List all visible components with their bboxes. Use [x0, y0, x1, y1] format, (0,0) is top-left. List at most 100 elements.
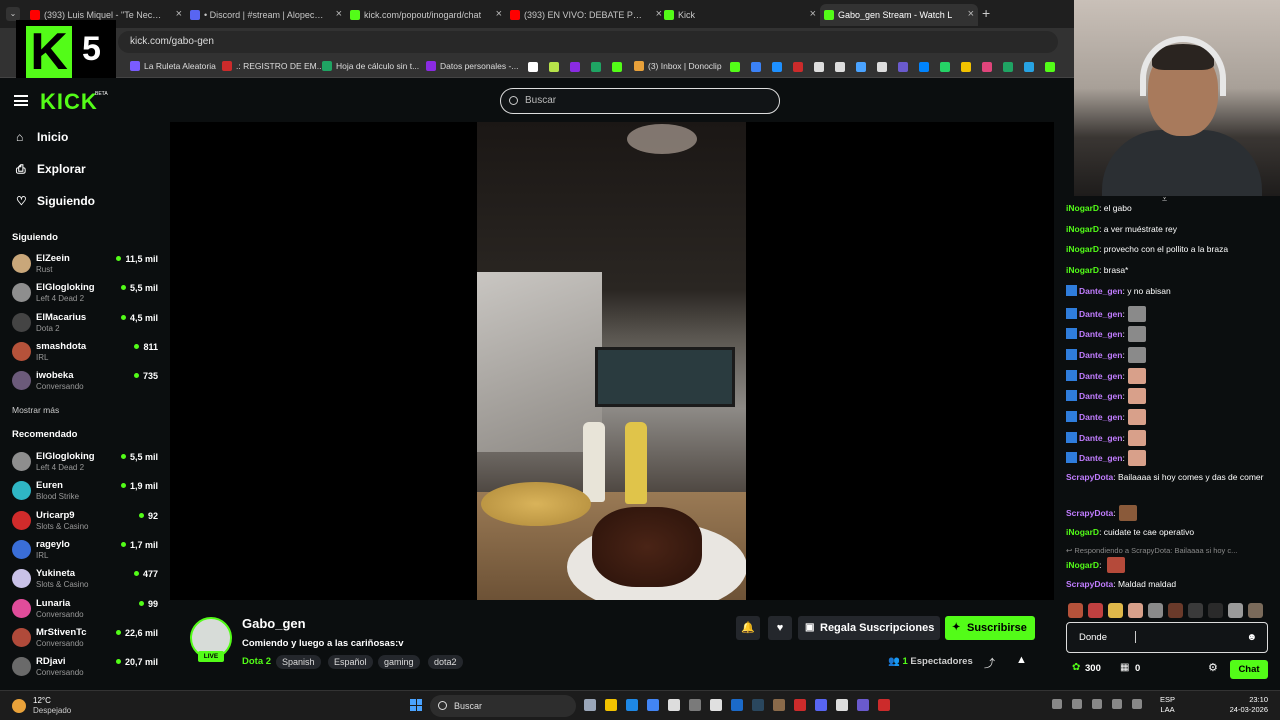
video-player[interactable]	[170, 122, 1070, 600]
chat-username[interactable]: iNogarD	[1066, 527, 1099, 537]
chat-username[interactable]: Dante_gen	[1079, 350, 1122, 360]
gift-subs-button[interactable]: ▣ Regala Suscripciones	[798, 616, 940, 640]
taskbar-app-icon[interactable]	[878, 699, 890, 711]
show-more-link[interactable]: Mostrar más	[12, 405, 59, 415]
sidebar-channel[interactable]: ElGlogloking Left 4 Dead 2 5,5 mil	[12, 449, 162, 477]
chat-username[interactable]: iNogarD	[1066, 203, 1099, 213]
bookmark-shortcut-icon[interactable]	[835, 62, 845, 72]
system-tray-icon[interactable]	[1112, 699, 1122, 709]
emote-icon[interactable]	[1228, 603, 1243, 618]
bookmark-shortcut-icon[interactable]	[961, 62, 971, 72]
stream-tag[interactable]: Spanish	[276, 655, 321, 669]
chat-message[interactable]: iNogarD:	[1066, 557, 1278, 573]
emote-icon[interactable]	[1188, 603, 1203, 618]
sidebar-channel[interactable]: rageylo IRL 1,7 mil	[12, 537, 162, 565]
language-indicator[interactable]: ESP LAA	[1160, 695, 1175, 715]
emote-icon[interactable]	[1108, 603, 1123, 618]
video-frame[interactable]	[477, 122, 746, 600]
bookmark-shortcut-icon[interactable]	[793, 62, 803, 72]
bookmark-shortcut-icon[interactable]	[814, 62, 824, 72]
chat-username[interactable]: Dante_gen	[1079, 309, 1122, 319]
bookmark-shortcut-icon[interactable]	[898, 62, 908, 72]
chat-message[interactable]: Dante_gen:	[1066, 367, 1278, 384]
bookmark-shortcut-icon[interactable]	[772, 62, 782, 72]
chat-message[interactable]: iNogarD: brasa*	[1066, 264, 1278, 276]
subscribe-button[interactable]: ✦ Suscribirse	[945, 616, 1035, 640]
sidebar-channel[interactable]: iwobeka Conversando 735	[12, 368, 162, 396]
chat-username[interactable]: Dante_gen	[1079, 286, 1122, 296]
points-count[interactable]: 300	[1085, 663, 1101, 674]
sidebar-channel[interactable]: ElGlogloking Left 4 Dead 2 5,5 mil	[12, 280, 162, 308]
chat-message[interactable]: Dante_gen: y no abisan	[1066, 284, 1278, 297]
chat-username[interactable]: Dante_gen	[1079, 391, 1122, 401]
taskbar-search[interactable]: Buscar	[430, 695, 576, 717]
browser-tab[interactable]: • Discord | #stream | Alopecia A ×	[186, 4, 346, 26]
system-tray-icon[interactable]	[1092, 699, 1102, 709]
chat-message[interactable]: Dante_gen:	[1066, 450, 1278, 467]
taskbar-app-icon[interactable]	[626, 699, 638, 711]
chat-username[interactable]: Dante_gen	[1079, 329, 1122, 339]
new-tab-button[interactable]: +	[982, 5, 990, 21]
chat-username[interactable]: iNogarD	[1066, 265, 1099, 275]
chat-username[interactable]: Dante_gen	[1079, 453, 1122, 463]
taskbar-clock[interactable]: 23:10 24-03-2026	[1222, 695, 1268, 715]
tab-close-icon[interactable]: ×	[176, 8, 182, 20]
taskbar-app-icon[interactable]	[584, 699, 596, 711]
tab-close-icon[interactable]: ×	[336, 8, 342, 20]
tab-close-icon[interactable]: ×	[968, 8, 974, 20]
taskbar-app-icon[interactable]	[836, 699, 848, 711]
taskbar-app-icon[interactable]	[752, 699, 764, 711]
sidebar-channel[interactable]: smashdota IRL 811	[12, 339, 162, 367]
emote-icon[interactable]	[1248, 603, 1263, 618]
bookmark-item[interactable]: Hoja de cálculo sin t...	[322, 61, 419, 71]
sidebar-channel[interactable]: Yukineta Slots & Casino 477	[12, 566, 162, 594]
chat-username[interactable]: Dante_gen	[1079, 433, 1122, 443]
emote-icon[interactable]	[1128, 603, 1143, 618]
bookmark-shortcut-icon[interactable]	[730, 62, 740, 72]
taskbar-app-icon[interactable]	[815, 699, 827, 711]
emote-icon[interactable]	[1088, 603, 1103, 618]
taskbar-app-icon[interactable]	[710, 699, 722, 711]
browser-tab[interactable]: Kick ×	[660, 4, 820, 26]
tab-close-icon[interactable]: ×	[496, 8, 502, 20]
sidebar-channel[interactable]: MrStivenTc Conversando 22,6 mil	[12, 625, 162, 653]
sidebar-channel[interactable]: Lunaria Conversando 99	[12, 596, 162, 624]
bookmark-item[interactable]: La Ruleta Aleatoria	[130, 61, 216, 71]
chat-send-button[interactable]: Chat	[1230, 660, 1268, 679]
taskbar-app-icon[interactable]	[731, 699, 743, 711]
bookmark-shortcut-icon[interactable]	[549, 62, 559, 72]
chat-username[interactable]: Dante_gen	[1079, 371, 1122, 381]
bookmark-shortcut-icon[interactable]	[1045, 62, 1055, 72]
emoji-icon[interactable]: ☻	[1246, 623, 1257, 652]
browser-tab[interactable]: (393) EN VIVO: DEBATE PRESID×	[506, 4, 666, 26]
windows-start-icon[interactable]	[410, 699, 422, 711]
chat-username[interactable]: iNogarD	[1066, 224, 1099, 234]
system-tray-icon[interactable]	[1072, 699, 1082, 709]
emote-icon[interactable]	[1208, 603, 1223, 618]
chat-message[interactable]: Dante_gen:	[1066, 409, 1278, 425]
nav-siguiendo[interactable]: ♡ Siguiendo	[16, 194, 95, 208]
browser-tab[interactable]: kick.com/popout/inogard/chat ×	[346, 4, 506, 26]
bookmark-item[interactable]: (3) Inbox | Donoclip	[634, 61, 722, 71]
taskbar-app-icon[interactable]	[773, 699, 785, 711]
url-field[interactable]: kick.com/gabo-gen	[118, 31, 1058, 53]
chat-message[interactable]: iNogarD: cuidate te cae operativo	[1066, 526, 1278, 538]
taskbar-app-icon[interactable]	[647, 699, 659, 711]
chat-message[interactable]: ScrapyDota: Maldad maldad	[1066, 578, 1278, 590]
chat-username[interactable]: iNogarD	[1066, 244, 1099, 254]
report-icon[interactable]: ▲	[1016, 654, 1027, 666]
chat-message[interactable]: Dante_gen:	[1066, 388, 1278, 405]
sidebar-channel[interactable]: Uricarp9 Slots & Casino 92	[12, 508, 162, 536]
follow-button[interactable]: ♥	[768, 616, 792, 640]
sidebar-channel[interactable]: RDjavi Conversando 20,7 mil	[12, 654, 162, 682]
menu-icon[interactable]	[14, 95, 28, 106]
taskbar-app-icon[interactable]	[605, 699, 617, 711]
chat-message[interactable]: Dante_gen:	[1066, 305, 1278, 322]
bookmark-item[interactable]: Datos personales -...	[426, 61, 518, 71]
search-input[interactable]: Buscar	[500, 88, 780, 114]
system-tray-icon[interactable]	[1052, 699, 1062, 709]
chat-username[interactable]: ScrapyDota	[1066, 579, 1113, 589]
stream-category[interactable]: Dota 2	[242, 656, 271, 667]
sidebar-channel[interactable]: ElMacarius Dota 2 4,5 mil	[12, 310, 162, 338]
kick-logo[interactable]: KICK	[40, 89, 98, 115]
